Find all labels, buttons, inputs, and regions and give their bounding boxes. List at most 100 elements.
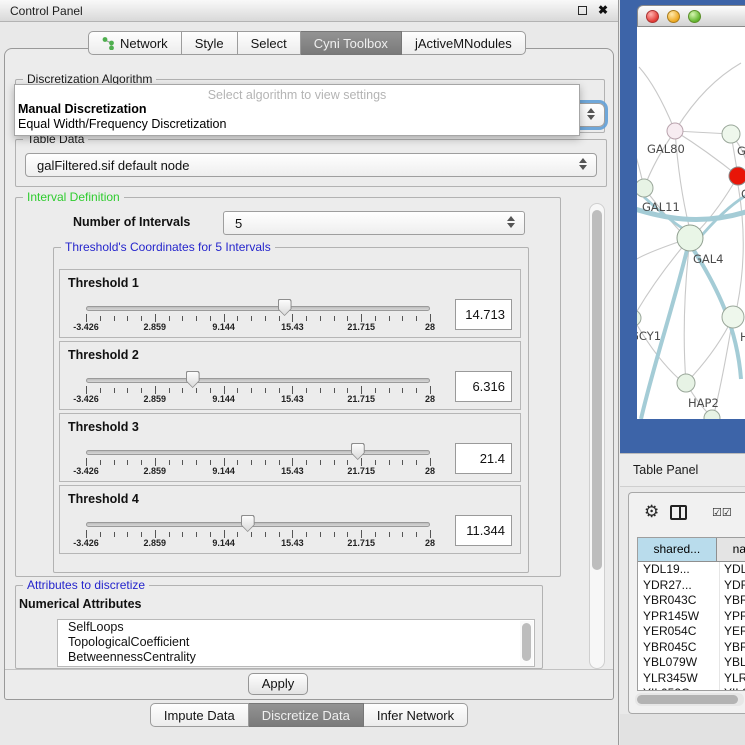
split-columns-icon[interactable] <box>670 505 687 520</box>
node-attribute-table[interactable]: shared...na YDL19...YDL19YDR27...YDR27YB… <box>637 537 745 691</box>
minor-tick <box>375 316 376 321</box>
minor-tick <box>100 388 101 393</box>
attributes-list-scrollbar[interactable] <box>520 621 533 667</box>
table-data-combobox[interactable]: galFiltered.sif default node <box>25 153 597 177</box>
minor-tick <box>237 460 238 465</box>
tab-label: Network <box>120 36 168 51</box>
table-row[interactable]: YDL19...YDL19 <box>638 562 745 578</box>
network-node-hap2[interactable] <box>677 374 695 392</box>
table-row[interactable]: YPR145WYPR14 <box>638 609 745 625</box>
node-label: GAL80 <box>647 142 685 156</box>
slider-thumb[interactable] <box>241 515 255 532</box>
network-node-h[interactable] <box>722 306 744 328</box>
dropdown-option-manual-discretization[interactable]: Manual Discretization <box>15 102 579 117</box>
mac-close-icon[interactable] <box>646 10 659 23</box>
attribute-item-selfloops[interactable]: SelfLoops <box>58 620 534 635</box>
cell-name: YDR27 <box>720 578 745 594</box>
minor-tick <box>114 460 115 465</box>
table-row[interactable]: YBR043CYBR04 <box>638 593 745 609</box>
table-row[interactable]: YLR345WYLR34 <box>638 671 745 687</box>
network-window-titlebar[interactable] <box>637 5 745 27</box>
attribute-item-betweennesscentrality[interactable]: BetweennessCentrality <box>58 650 534 665</box>
table-panel-title: Table Panel <box>633 463 698 477</box>
slider-thumb[interactable] <box>186 371 200 388</box>
table-row[interactable]: YDR27...YDR27 <box>638 578 745 594</box>
network-edge[interactable] <box>737 185 743 307</box>
slider-thumb[interactable] <box>351 443 365 460</box>
table-row[interactable]: YIL052CYIL05 <box>638 686 745 691</box>
slider-thumb[interactable] <box>278 299 292 316</box>
threshold-value-field[interactable]: 6.316 <box>455 371 512 402</box>
network-edge[interactable] <box>699 176 738 230</box>
cell-name: YLR34 <box>720 671 745 687</box>
table-row[interactable]: YER054CYER05 <box>638 624 745 640</box>
mac-minimize-icon[interactable] <box>667 10 680 23</box>
minor-tick <box>416 316 417 321</box>
network-edge[interactable] <box>644 131 675 188</box>
threshold-value-field[interactable]: 21.4 <box>455 443 512 474</box>
tab-discretize-data[interactable]: Discretize Data <box>249 703 364 727</box>
float-window-icon[interactable] <box>578 6 587 15</box>
minor-tick <box>196 388 197 393</box>
threshold-panel-4: Threshold 4-3.4262.8599.14415.4321.71528… <box>59 485 521 554</box>
node-label: C <box>741 187 745 201</box>
minor-tick <box>127 316 128 321</box>
minor-tick <box>169 388 170 393</box>
scrollbar-thumb[interactable] <box>522 623 531 661</box>
column-header-na[interactable]: na <box>717 538 745 561</box>
network-node-gal80[interactable] <box>667 123 683 139</box>
threshold-value-field[interactable]: 14.713 <box>455 299 512 330</box>
network-node-gcy1[interactable] <box>637 310 641 326</box>
minor-tick <box>334 388 335 393</box>
tick-label: 2.859 <box>144 322 167 332</box>
network-edge[interactable] <box>639 67 675 131</box>
tab-infer-network[interactable]: Infer Network <box>364 703 468 727</box>
column-header-shared[interactable]: shared... <box>638 538 717 561</box>
dropdown-placeholder-item[interactable]: Select algorithm to view settings <box>15 85 579 102</box>
minor-tick <box>375 532 376 537</box>
tab-network[interactable]: Network <box>88 31 182 55</box>
numerical-attributes-list[interactable]: SelfLoopsTopologicalCoefficientBetweenne… <box>57 619 535 667</box>
minor-tick <box>416 532 417 537</box>
scrollbar-thumb[interactable] <box>592 210 602 570</box>
minor-tick <box>141 388 142 393</box>
network-canvas[interactable]: GAL80G.CGAL11GAL4GCY1HHAP2 <box>637 27 745 419</box>
apply-button[interactable]: Apply <box>248 673 308 695</box>
threshold-value-field[interactable]: 11.344 <box>455 515 512 546</box>
network-node-gal11[interactable] <box>637 179 653 197</box>
network-edge[interactable] <box>637 238 690 318</box>
attribute-item-topologicalcoefficient[interactable]: TopologicalCoefficient <box>58 635 534 650</box>
minor-tick <box>141 532 142 537</box>
dropdown-option-equal-width-frequency-discretization[interactable]: Equal Width/Frequency Discretization <box>15 117 579 132</box>
slider-track[interactable] <box>86 306 430 311</box>
select-columns-checkboxes-icon[interactable]: ☑☑ <box>712 506 732 519</box>
table-row[interactable]: YBR045CYBR04 <box>638 640 745 656</box>
network-node-c[interactable] <box>729 167 745 185</box>
table-header-row: shared...na <box>638 538 745 562</box>
network-edge[interactable] <box>675 63 741 131</box>
network-node-g[interactable] <box>722 125 740 143</box>
minor-tick <box>251 388 252 393</box>
table-row[interactable]: YBL079WYBL07 <box>638 655 745 671</box>
minor-tick <box>416 460 417 465</box>
tab-style[interactable]: Style <box>182 31 238 55</box>
tab-cyni-toolbox[interactable]: Cyni Toolbox <box>301 31 402 55</box>
slider-track[interactable] <box>86 522 430 527</box>
tab-jactivemnodules[interactable]: jActiveMNodules <box>402 31 526 55</box>
slider-track[interactable] <box>86 450 430 455</box>
minor-tick <box>100 460 101 465</box>
network-node-gal4[interactable] <box>677 225 703 251</box>
slider-track[interactable] <box>86 378 430 383</box>
tab-select[interactable]: Select <box>238 31 301 55</box>
mac-zoom-icon[interactable] <box>688 10 701 23</box>
cell-name: YBR04 <box>720 593 745 609</box>
gear-icon[interactable]: ⚙ <box>644 503 659 520</box>
tick-label: 21.715 <box>347 538 375 548</box>
close-icon[interactable]: ✖ <box>598 3 608 17</box>
number-of-intervals-combobox[interactable]: 5 <box>223 211 525 235</box>
table-horizontal-scrollbar[interactable] <box>635 693 744 706</box>
scrollbar-thumb[interactable] <box>637 695 738 704</box>
panel-vertical-scrollbar[interactable] <box>589 203 605 669</box>
node-label: GAL11 <box>642 200 680 214</box>
tab-impute-data[interactable]: Impute Data <box>150 703 249 727</box>
